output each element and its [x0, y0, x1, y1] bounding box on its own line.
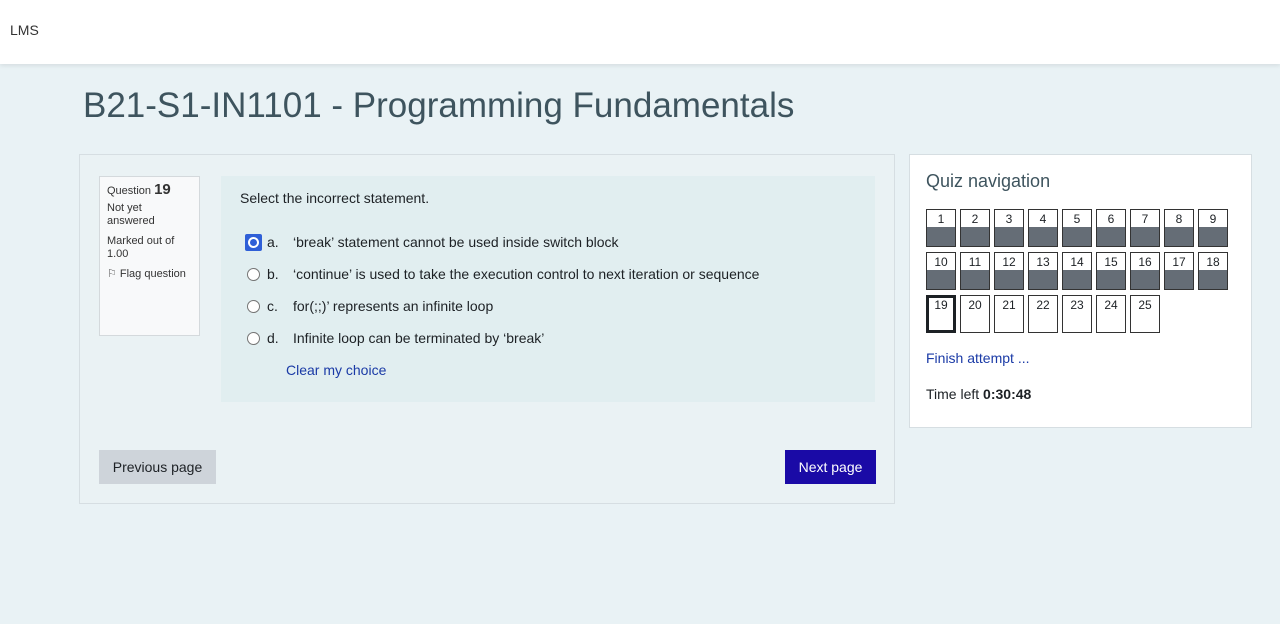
quiz-nav-question-button[interactable]: 2 [960, 209, 990, 247]
quiz-nav-question-button[interactable]: 12 [994, 252, 1024, 290]
quiz-nav-question-button[interactable]: 9 [1198, 209, 1228, 247]
next-page-button[interactable]: Next page [785, 450, 876, 484]
quiz-nav-question-number: 1 [937, 212, 945, 226]
quiz-nav-question-number: 16 [1138, 255, 1152, 269]
quiz-navigation-panel: Quiz navigation 1 2 3 4 5 6 7 8 9 10 11 12 13 14 15 16 1… [909, 154, 1252, 428]
quiz-nav-question-number: 8 [1175, 212, 1183, 226]
quiz-nav-question-button[interactable]: 22 [1028, 295, 1058, 333]
answer-text: ‘break’ statement cannot be used inside … [293, 234, 619, 250]
question-panel: Question 19 Not yet answered Marked out … [79, 154, 895, 504]
quiz-nav-question-number: 15 [1104, 255, 1118, 269]
page-title: B21-S1-IN1101 - Programming Fundamentals [83, 86, 795, 125]
answer-option[interactable]: a. ‘break’ statement cannot be used insid… [240, 226, 856, 258]
quiz-nav-question-number: 5 [1073, 212, 1081, 226]
answer-radio[interactable] [245, 233, 262, 251]
question-text: Select the incorrect statement. [240, 190, 430, 206]
flag-question-toggle[interactable]: ⚐ Flag question [107, 268, 192, 281]
answer-option[interactable]: d. Infinite loop can be terminated by ‘br… [240, 322, 856, 354]
flag-icon: ⚐ [107, 268, 117, 280]
answer-radio[interactable] [247, 299, 260, 313]
answer-option[interactable]: c. for(;;)’ represents an infinite loop [240, 290, 856, 322]
question-state: Not yet answered [107, 202, 155, 227]
quiz-nav-question-button[interactable]: 24 [1096, 295, 1126, 333]
quiz-nav-question-number: 6 [1107, 212, 1115, 226]
quiz-nav-question-button[interactable]: 3 [994, 209, 1024, 247]
quiz-nav-question-number: 12 [1002, 255, 1016, 269]
quiz-nav-question-number: 23 [1070, 298, 1084, 312]
quiz-nav-question-number: 7 [1141, 212, 1149, 226]
quiz-nav-question-number: 20 [968, 298, 982, 312]
quiz-nav-question-button[interactable]: 1 [926, 209, 956, 247]
time-left: Time left 0:30:48 [926, 386, 1031, 402]
quiz-nav-question-number: 2 [971, 212, 979, 226]
quiz-nav-question-number: 10 [934, 255, 948, 269]
quiz-nav-question-number: 18 [1206, 255, 1220, 269]
question-info-box: Question 19 Not yet answered Marked out … [99, 176, 200, 336]
answer-letter: d. [267, 330, 279, 346]
quiz-nav-question-button[interactable]: 13 [1028, 252, 1058, 290]
quiz-nav-question-button[interactable]: 8 [1164, 209, 1194, 247]
answer-text: ‘continue’ is used to take the execution… [293, 266, 760, 282]
quiz-nav-question-button[interactable]: 6 [1096, 209, 1126, 247]
quiz-nav-question-button[interactable]: 21 [994, 295, 1024, 333]
clear-choice-link[interactable]: Clear my choice [286, 362, 386, 378]
question-content: Select the incorrect statement. a. ‘break… [221, 176, 875, 402]
answer-letter: b. [267, 266, 279, 282]
flag-question-label: Flag question [119, 268, 186, 280]
previous-page-button[interactable]: Previous page [99, 450, 216, 484]
time-left-value: 0:30:48 [983, 386, 1032, 402]
question-button-grid: 1 2 3 4 5 6 7 8 9 10 11 12 13 14 15 16 17 18 19 20 21 22 23 24 2… [926, 209, 1236, 338]
answer-text: Infinite loop can be terminated by ‘brea… [293, 330, 545, 346]
question-grade: Marked out of 1.00 [107, 235, 175, 260]
quiz-nav-question-button[interactable]: 16 [1130, 252, 1160, 290]
quiz-nav-question-number: 9 [1209, 212, 1217, 226]
question-number-row: Question 19 [107, 181, 192, 198]
quiz-nav-question-button[interactable]: 25 [1130, 295, 1160, 333]
answer-radio[interactable] [247, 331, 260, 345]
quiz-nav-question-button[interactable]: 11 [960, 252, 990, 290]
quiz-nav-question-button[interactable]: 20 [960, 295, 990, 333]
quiz-nav-question-number: 14 [1070, 255, 1084, 269]
question-label: Question [107, 185, 152, 197]
quiz-nav-question-button[interactable]: 18 [1198, 252, 1228, 290]
answer-radio[interactable] [247, 267, 260, 281]
quiz-nav-question-button[interactable]: 10 [926, 252, 956, 290]
quiz-nav-question-number: 4 [1039, 212, 1047, 226]
quiz-nav-question-button[interactable]: 4 [1028, 209, 1058, 247]
quiz-nav-question-number: 17 [1172, 255, 1186, 269]
quiz-nav-question-number: 21 [1002, 298, 1016, 312]
quiz-nav-question-number: 11 [968, 255, 982, 269]
answer-letter: c. [267, 298, 278, 314]
quiz-nav-question-number: 24 [1104, 298, 1118, 312]
finish-attempt-link[interactable]: Finish attempt ... [926, 350, 1029, 366]
quiz-nav-question-button[interactable]: 5 [1062, 209, 1092, 247]
quiz-nav-question-number: 13 [1036, 255, 1050, 269]
quiz-nav-question-number: 19 [934, 298, 948, 312]
quiz-nav-question-button[interactable]: 23 [1062, 295, 1092, 333]
quiz-nav-question-button[interactable]: 19 [926, 295, 956, 333]
quiz-nav-question-button[interactable]: 14 [1062, 252, 1092, 290]
quiz-nav-question-button[interactable]: 15 [1096, 252, 1126, 290]
quiz-nav-question-number: 25 [1138, 298, 1152, 312]
quiz-navigation-title: Quiz navigation [926, 171, 1051, 191]
answer-options: a. ‘break’ statement cannot be used insid… [240, 226, 856, 354]
brand-logo-text[interactable]: LMS [10, 22, 39, 38]
quiz-nav-question-number: 22 [1036, 298, 1050, 312]
question-number: 19 [154, 181, 171, 198]
top-navbar: LMS [0, 0, 1280, 64]
quiz-nav-question-button[interactable]: 17 [1164, 252, 1194, 290]
quiz-nav-question-button[interactable]: 7 [1130, 209, 1160, 247]
answer-option[interactable]: b. ‘continue’ is used to take the executi… [240, 258, 856, 290]
time-left-label: Time left [926, 386, 980, 402]
answer-text: for(;;)’ represents an infinite loop [293, 298, 494, 314]
quiz-nav-question-number: 3 [1005, 212, 1013, 226]
answer-letter: a. [267, 234, 279, 250]
